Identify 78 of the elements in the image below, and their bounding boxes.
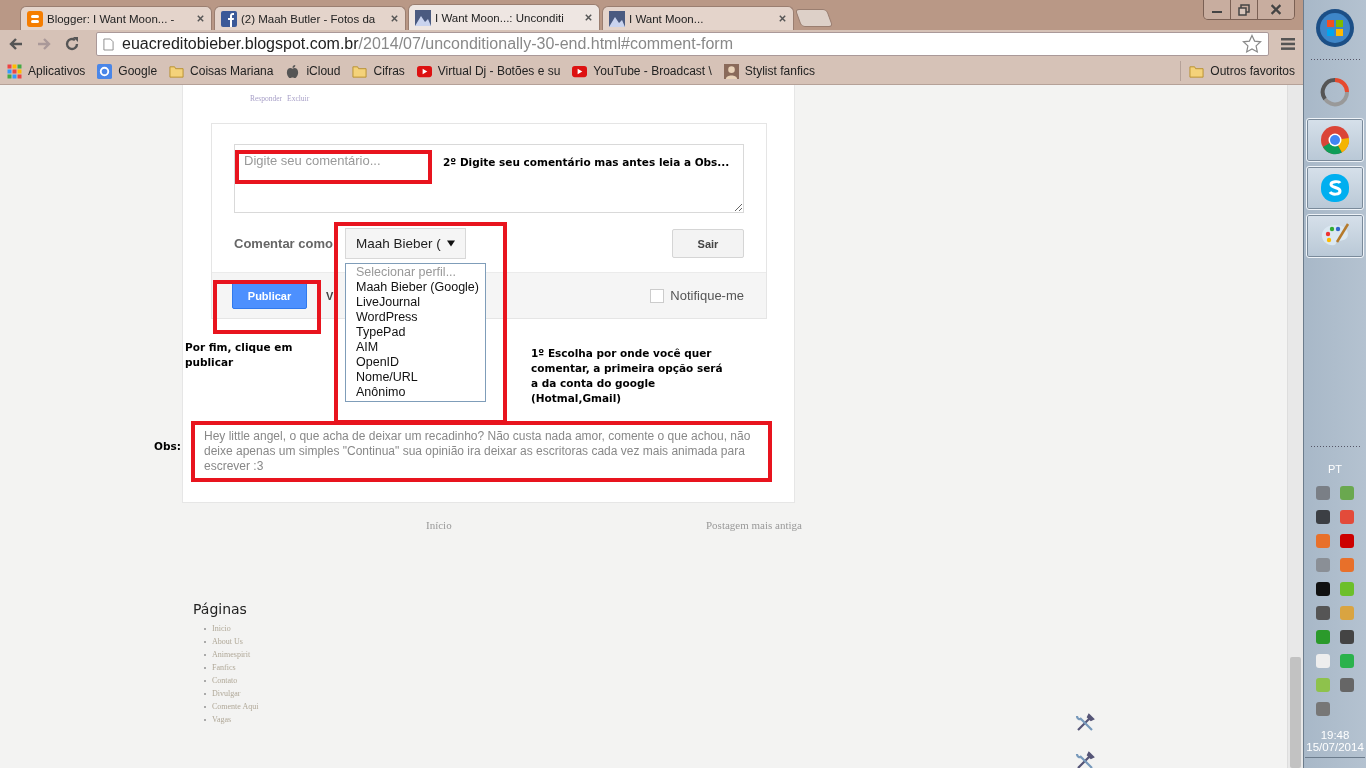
- browser-tab[interactable]: Blogger: I Want Moon... -: [20, 6, 212, 30]
- browser-tab[interactable]: I Want Moon...: [602, 6, 794, 30]
- bookmark[interactable]: Virtual Dj - Botões e su: [416, 63, 561, 79]
- start-button[interactable]: [1315, 8, 1355, 48]
- page-icon: [103, 37, 114, 51]
- browser-tab[interactable]: (2) Maah Butler - Fotos da: [214, 6, 406, 30]
- close-icon[interactable]: [778, 14, 787, 23]
- bookmark[interactable]: YouTube - Broadcast \: [572, 63, 712, 79]
- folder-icon: [169, 63, 185, 79]
- scrollbar-thumb[interactable]: [1290, 657, 1302, 768]
- restore-button[interactable]: [1230, 0, 1258, 19]
- bookmark[interactable]: Google: [97, 63, 158, 79]
- minimize-button[interactable]: [1204, 0, 1231, 19]
- close-button[interactable]: [1257, 0, 1295, 19]
- bookmark[interactable]: Coisas Mariana: [169, 63, 274, 79]
- play-icon: [416, 63, 432, 79]
- tray-icon[interactable]: [1315, 509, 1331, 525]
- profile-select[interactable]: Maah Bieber (: [344, 228, 466, 259]
- comment-as-label: Comentar como: [234, 236, 333, 251]
- bookmark[interactable]: Outros favoritos: [1189, 63, 1304, 79]
- pages-heading: Páginas: [193, 601, 248, 617]
- dropdown-option[interactable]: Anônimo: [356, 385, 485, 400]
- annotation-text: Por fim, clique em publicar: [185, 340, 294, 370]
- dropdown-option[interactable]: LiveJournal: [356, 295, 485, 310]
- close-icon[interactable]: [584, 13, 593, 22]
- thumbnail-icon: [609, 10, 625, 27]
- bookmark[interactable]: iCloud: [285, 63, 341, 79]
- notify-label: Notifique-me: [670, 288, 744, 303]
- obs-label: Obs:: [154, 440, 181, 452]
- taskbar-app[interactable]: [1306, 214, 1364, 258]
- notify-checkbox[interactable]: [650, 288, 665, 303]
- bookmark[interactable]: Stylist fanfics: [723, 63, 815, 79]
- preview-button[interactable]: V: [323, 282, 337, 309]
- dropdown-option[interactable]: Nome/URL: [356, 370, 485, 385]
- close-icon[interactable]: [390, 14, 399, 23]
- blogger-icon: [27, 10, 43, 27]
- dropdown-option[interactable]: WordPress: [356, 310, 485, 325]
- tray-icon[interactable]: [1315, 581, 1331, 597]
- bookmark[interactable]: Aplicativos: [7, 63, 86, 79]
- annotation-text: 1º Escolha por onde você quer comentar, a primeira opção será a da conta do google (Hotmal,Gmail): [531, 346, 724, 406]
- annotation-text: 2º Digite seu comentário mas antes leia a Obs...: [443, 156, 730, 168]
- scrollbar[interactable]: [1287, 85, 1304, 768]
- play-icon: [572, 63, 588, 79]
- dropdown-option[interactable]: Maah Bieber (Google): [356, 280, 485, 295]
- new-tab-button[interactable]: [794, 9, 834, 27]
- dropdown-option[interactable]: AIM: [356, 340, 485, 355]
- close-icon[interactable]: [196, 14, 205, 23]
- arc-icon: [1319, 76, 1351, 108]
- tray-icon[interactable]: [1339, 629, 1355, 645]
- dropdown-option[interactable]: TypePad: [356, 325, 485, 340]
- close-icon: [1269, 4, 1284, 15]
- bookmark[interactable]: Cifras: [352, 63, 405, 79]
- taskbar-app[interactable]: [1306, 166, 1364, 210]
- avatar-icon: [723, 63, 739, 79]
- browser-tab[interactable]: I Want Moon...: Unconditi: [408, 4, 600, 30]
- google-icon: [97, 63, 113, 79]
- chrome-icon: [1319, 124, 1351, 156]
- star-icon[interactable]: [1242, 34, 1263, 54]
- sign-out-button[interactable]: Sair: [672, 229, 744, 258]
- menu-icon[interactable]: [1281, 37, 1296, 51]
- tools-icon[interactable]: [1075, 751, 1095, 768]
- facebook-icon: [221, 10, 237, 27]
- skype-icon: [1319, 172, 1351, 204]
- reload-icon[interactable]: [64, 36, 80, 52]
- caret-icon: [446, 240, 455, 247]
- apps-grid-icon: [7, 63, 22, 79]
- taskbar-app[interactable]: [1306, 118, 1364, 162]
- dropdown-option[interactable]: OpenID: [356, 355, 485, 370]
- apple-icon: [285, 63, 301, 79]
- folder-icon: [1189, 63, 1205, 79]
- tools-icon[interactable]: [1075, 713, 1095, 733]
- url-text: euacreditobieber.blogspot.com.br/2014/07/unconditionally-30-end.html#comment-form: [122, 35, 734, 53]
- thumbnail-icon: [415, 9, 431, 26]
- obs-field: Hey little angel, o que acha de deixar um recadinho? Não custa nada amor, comente o que achou, não deixe apenas um simples "Continua" sua opinião ira deixar as escritoras cada vez mais animada para escrever :3: [191, 421, 772, 482]
- back-icon[interactable]: [8, 36, 24, 52]
- folder-icon: [352, 63, 368, 79]
- restore-icon: [1238, 3, 1251, 16]
- address-bar[interactable]: euacreditobieber.blogspot.com.br/2014/07/unconditionally-30-end.html#comment-form: [96, 32, 1270, 56]
